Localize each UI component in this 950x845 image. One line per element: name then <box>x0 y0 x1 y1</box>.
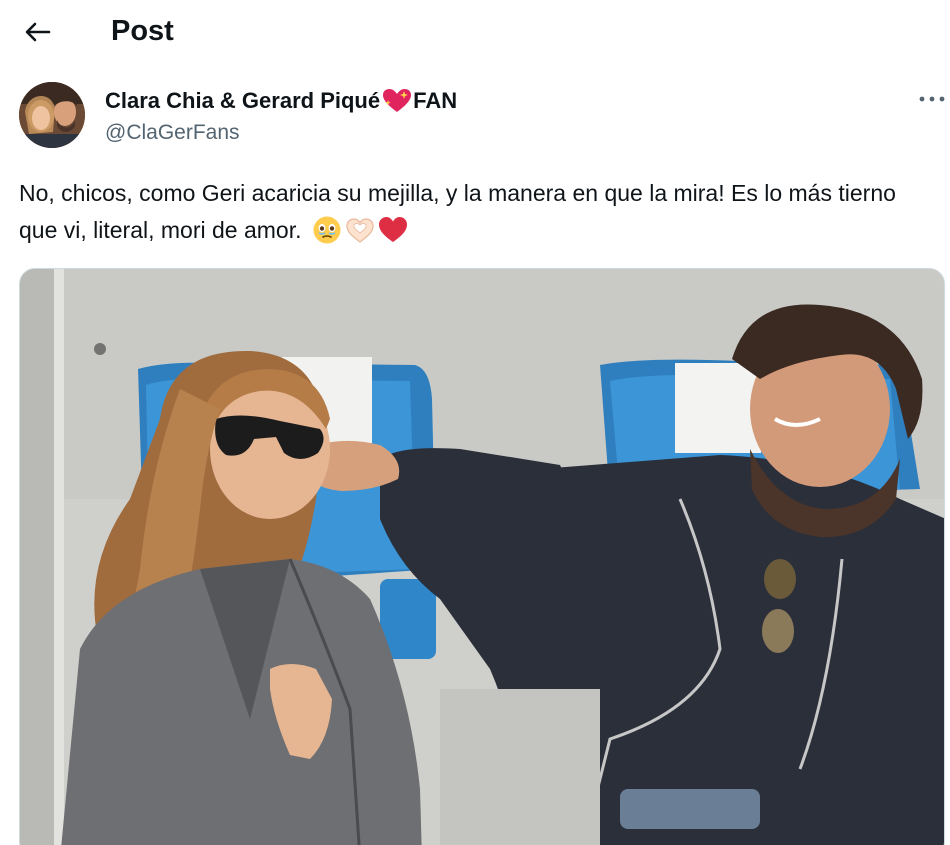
avatar[interactable] <box>19 82 85 148</box>
sparkling-heart-icon <box>382 88 412 114</box>
red-heart-icon <box>378 215 408 245</box>
tweet-emojis <box>312 215 408 245</box>
more-button[interactable] <box>913 86 950 112</box>
display-name[interactable]: Clara Chia & Gerard Piqué FAN <box>105 88 457 114</box>
top-bar: Post <box>0 0 950 64</box>
arrow-left-icon <box>25 22 51 42</box>
tweet-text: No, chicos, como Geri acaricia su mejill… <box>19 175 934 249</box>
tweet-photo[interactable] <box>19 268 945 845</box>
author-handle[interactable]: @ClaGerFans <box>105 120 240 146</box>
page-title: Post <box>111 15 174 47</box>
photo-icon <box>20 269 944 845</box>
tweet-text-body: No, chicos, como Geri acaricia su mejill… <box>19 180 896 243</box>
face-holding-back-tears-icon <box>312 215 342 245</box>
display-name-prefix: Clara Chia & Gerard Piqué <box>105 88 381 113</box>
display-name-suffix: FAN <box>413 88 458 113</box>
heart-hands-icon <box>345 215 375 245</box>
more-horizontal-icon <box>919 96 945 102</box>
author-row: Clara Chia & Gerard Piqué FAN @ClaGerFan… <box>19 82 945 152</box>
back-button[interactable] <box>18 14 56 50</box>
